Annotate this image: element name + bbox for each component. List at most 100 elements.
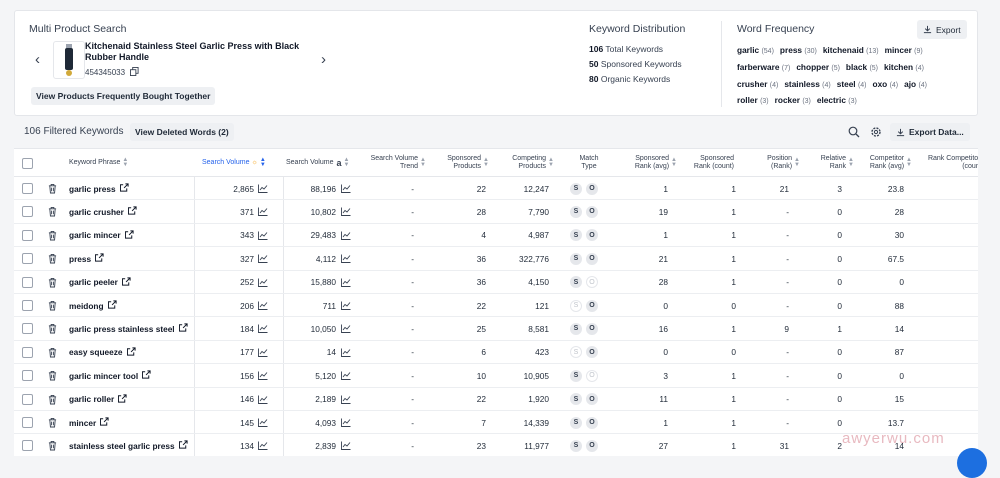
- chart-icon[interactable]: [339, 294, 353, 317]
- chart-icon[interactable]: [339, 247, 353, 270]
- chart-icon[interactable]: [256, 177, 270, 200]
- row-checkbox-cell[interactable]: [22, 411, 38, 434]
- row-checkbox[interactable]: [22, 206, 33, 218]
- keyword-text[interactable]: garlic mincer: [69, 230, 121, 240]
- word-frequency-item[interactable]: kitchenaid (13): [823, 43, 879, 60]
- external-link-icon[interactable]: [178, 440, 188, 451]
- chevron-left-icon[interactable]: ‹: [35, 52, 40, 67]
- keyword-cell[interactable]: press: [69, 247, 194, 270]
- keyword-cell[interactable]: easy squeeze: [69, 341, 194, 364]
- row-checkbox[interactable]: [22, 370, 33, 382]
- row-checkbox-cell[interactable]: [22, 317, 38, 340]
- trash-icon[interactable]: [48, 364, 62, 387]
- chart-icon[interactable]: [256, 364, 270, 387]
- row-checkbox[interactable]: [22, 253, 33, 265]
- chart-icon[interactable]: [339, 200, 353, 223]
- external-link-icon[interactable]: [95, 253, 104, 264]
- header-position-rank[interactable]: Position (Rank) ▲ ▼: [744, 149, 800, 177]
- chart-icon[interactable]: [256, 200, 270, 223]
- keyword-cell[interactable]: stainless steel garlic press: [69, 434, 194, 456]
- keyword-cell[interactable]: garlic press stainless steel: [69, 317, 194, 340]
- chart-icon[interactable]: [256, 247, 270, 270]
- row-checkbox[interactable]: [22, 229, 33, 241]
- chart-icon[interactable]: [339, 434, 353, 456]
- row-checkbox[interactable]: [22, 276, 33, 288]
- keyword-cell[interactable]: garlic press: [69, 177, 194, 200]
- chart-icon[interactable]: [339, 224, 353, 247]
- keyword-cell[interactable]: garlic roller: [69, 388, 194, 411]
- keyword-text[interactable]: garlic peeler: [69, 277, 118, 287]
- keyword-text[interactable]: garlic roller: [69, 394, 114, 404]
- export-button[interactable]: Export: [917, 20, 967, 39]
- trash-icon[interactable]: [48, 388, 62, 411]
- row-checkbox-cell[interactable]: [22, 177, 38, 200]
- header-search-volume-amazon[interactable]: Search Volume a ▲ ▼: [286, 149, 366, 177]
- word-frequency-item[interactable]: electric (3): [817, 93, 857, 110]
- trash-icon[interactable]: [48, 341, 62, 364]
- trash-icon[interactable]: [48, 200, 62, 223]
- keyword-cell[interactable]: garlic peeler: [69, 271, 194, 294]
- trash-icon[interactable]: [48, 247, 62, 270]
- header-sponsored-products[interactable]: Sponsored Products ▲ ▼: [434, 149, 489, 177]
- external-link-icon[interactable]: [118, 393, 127, 405]
- header-search-volume-trend[interactable]: Search Volume Trend ▲ ▼: [366, 149, 426, 177]
- external-link-icon[interactable]: [127, 206, 137, 217]
- keyword-text[interactable]: mincer: [69, 418, 96, 428]
- external-link-icon[interactable]: [142, 370, 151, 381]
- row-checkbox[interactable]: [22, 440, 33, 452]
- keyword-text[interactable]: stainless steel garlic press: [69, 441, 175, 451]
- row-checkbox[interactable]: [22, 417, 33, 428]
- row-checkbox-cell[interactable]: [22, 341, 38, 364]
- header-relative-rank[interactable]: Relative Rank ▲ ▼: [804, 149, 854, 177]
- word-frequency-item[interactable]: rocker (3): [775, 93, 811, 110]
- keyword-cell[interactable]: mincer: [69, 411, 194, 434]
- gear-icon[interactable]: [870, 126, 882, 141]
- select-all-checkbox[interactable]: [22, 157, 33, 169]
- keyword-cell[interactable]: garlic crusher: [69, 200, 194, 223]
- word-frequency-item[interactable]: crusher (4): [737, 77, 778, 94]
- chart-icon[interactable]: [339, 271, 353, 294]
- word-frequency-item[interactable]: roller (3): [737, 93, 769, 110]
- trash-icon[interactable]: [48, 434, 62, 456]
- external-link-icon[interactable]: [126, 347, 136, 358]
- export-data-button[interactable]: Export Data...: [890, 123, 970, 141]
- chart-icon[interactable]: [339, 388, 353, 411]
- row-checkbox[interactable]: [22, 183, 33, 194]
- keyword-text[interactable]: meidong: [69, 301, 104, 311]
- word-frequency-item[interactable]: oxo (4): [873, 77, 899, 94]
- chevron-right-icon[interactable]: ›: [321, 52, 326, 67]
- copy-icon[interactable]: [130, 67, 139, 78]
- trash-icon[interactable]: [48, 177, 62, 200]
- chart-icon[interactable]: [339, 411, 353, 434]
- word-frequency-item[interactable]: mincer (9): [885, 43, 923, 60]
- external-link-icon[interactable]: [119, 183, 129, 194]
- row-checkbox-cell[interactable]: [22, 434, 38, 456]
- trash-icon[interactable]: [48, 317, 62, 340]
- trash-icon[interactable]: [48, 294, 62, 317]
- chart-icon[interactable]: [339, 177, 353, 200]
- keyword-text[interactable]: easy squeeze: [69, 347, 123, 357]
- trash-icon[interactable]: [48, 411, 62, 434]
- keyword-text[interactable]: press: [69, 254, 91, 264]
- chart-icon[interactable]: [256, 294, 270, 317]
- row-checkbox-cell[interactable]: [22, 364, 38, 387]
- row-checkbox-cell[interactable]: [22, 200, 38, 223]
- external-link-icon[interactable]: [100, 417, 109, 428]
- row-checkbox[interactable]: [22, 323, 33, 335]
- chart-icon[interactable]: [256, 434, 270, 456]
- header-competing-products[interactable]: Competing Products ▲ ▼: [494, 149, 554, 177]
- row-checkbox[interactable]: [22, 393, 33, 405]
- row-checkbox-cell[interactable]: [22, 271, 38, 294]
- keyword-text[interactable]: garlic mincer tool: [69, 371, 138, 381]
- header-sponsored-rank-avg[interactable]: Sponsored Rank (avg) ▲ ▼: [619, 149, 677, 177]
- chart-icon[interactable]: [339, 341, 353, 364]
- row-checkbox-cell[interactable]: [22, 388, 38, 411]
- row-checkbox-cell[interactable]: [22, 247, 38, 270]
- word-frequency-item[interactable]: chopper (5): [796, 60, 840, 77]
- row-checkbox[interactable]: [22, 346, 33, 358]
- chart-icon[interactable]: [256, 411, 270, 434]
- external-link-icon[interactable]: [124, 230, 134, 241]
- view-deleted-words-button[interactable]: View Deleted Words (2): [130, 123, 234, 141]
- search-icon[interactable]: [848, 126, 860, 141]
- chart-icon[interactable]: [339, 364, 353, 387]
